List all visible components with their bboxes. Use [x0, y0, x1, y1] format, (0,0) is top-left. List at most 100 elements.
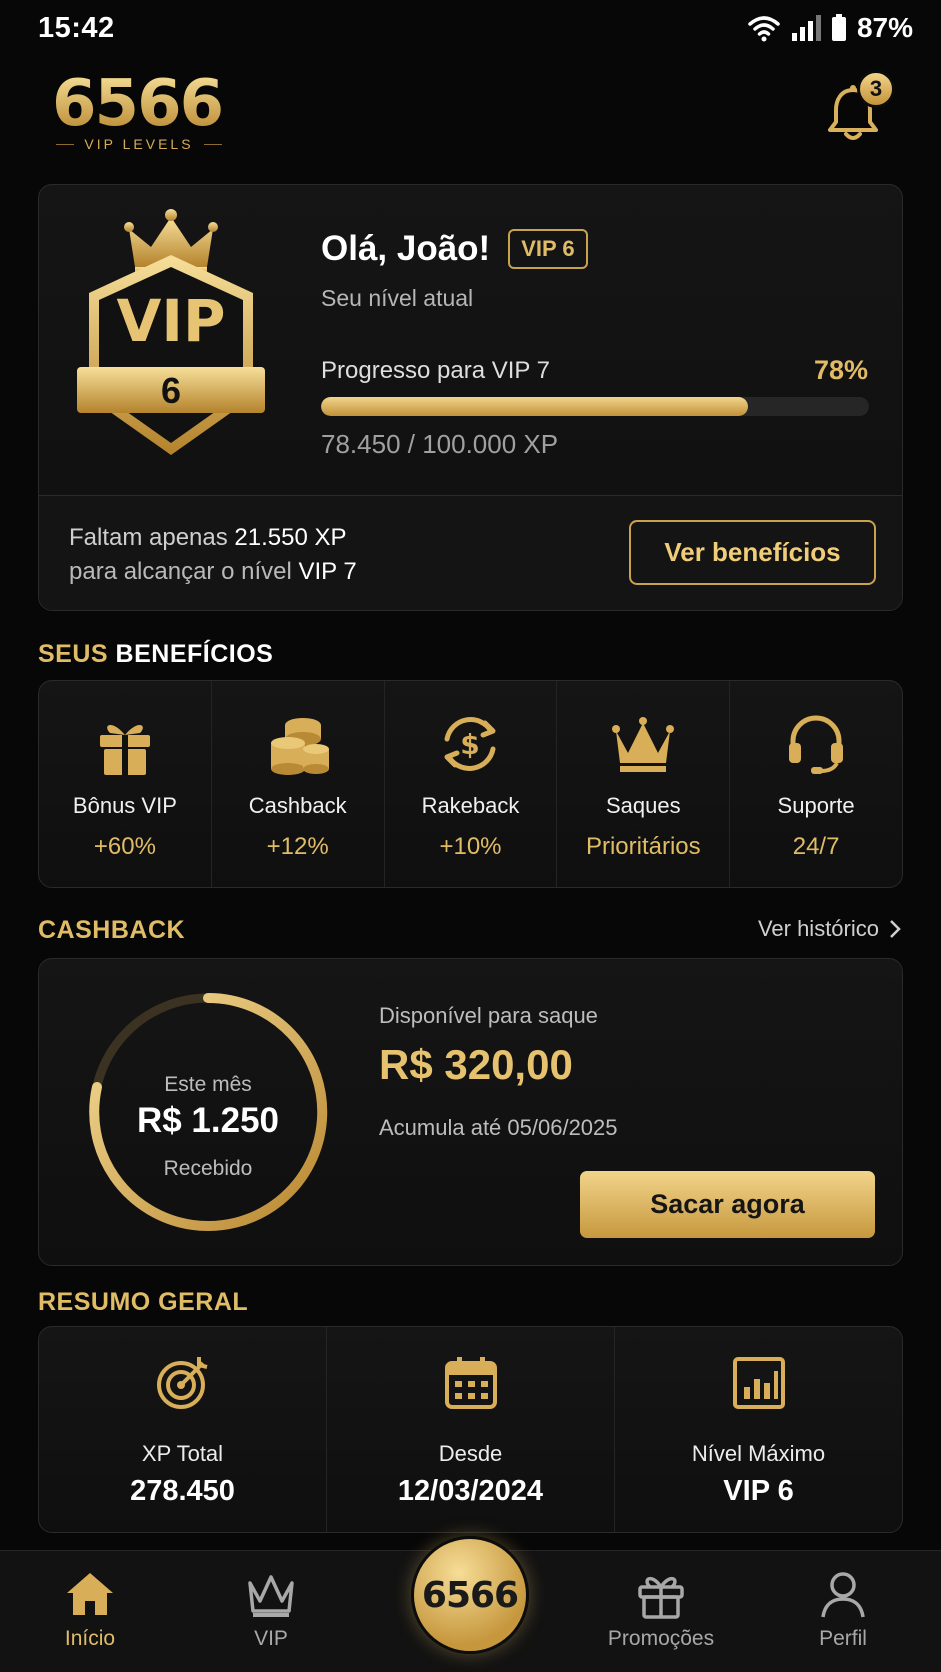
nav-home-label: Início	[64, 1627, 116, 1650]
vip-card-footer: Faltam apenas 21.550 XP para alcançar o …	[39, 495, 902, 610]
progress-label: Progresso para VIP 7	[321, 357, 551, 384]
benefit-name: Cashback	[248, 793, 347, 818]
nav-promotions-label: Promoções	[607, 1627, 715, 1650]
ring-amount: R$ 1.250	[136, 1101, 280, 1140]
cashback-card: Este mês R$ 1.250 Recebido Disponível pa…	[38, 958, 903, 1266]
benefit-bonus-vip[interactable]: Bônus VIP +60%	[39, 681, 212, 887]
nav-home[interactable]: Início	[20, 1567, 160, 1651]
nav-promotions[interactable]: Promoções	[591, 1567, 731, 1651]
benefit-rakeback[interactable]: $ Rakeback +10%	[385, 681, 558, 887]
wifi-icon	[748, 16, 780, 42]
remaining-xp-line: Faltam apenas 21.550 XP	[69, 524, 347, 552]
status-bar: 15:42 87%	[0, 0, 941, 56]
summary-section-title: RESUMO GERAL	[38, 1288, 248, 1317]
summary-label: XP Total	[141, 1441, 224, 1466]
nav-profile-label: Perfil	[819, 1627, 867, 1650]
benefit-value: +10%	[439, 833, 502, 860]
summary-value: VIP 6	[723, 1475, 794, 1507]
benefit-name: Rakeback	[421, 793, 520, 818]
app-logo[interactable]: 6566 VIP LEVELS	[52, 72, 232, 154]
coins-icon	[270, 718, 329, 775]
summary-value: 12/03/2024	[397, 1475, 544, 1507]
benefits-card: Bônus VIP +60% Cashback +12% $ Rakeback …	[38, 680, 903, 888]
benefit-cashback[interactable]: Cashback +12%	[212, 681, 385, 887]
summary-card: XP Total 278.450 Desde 12/03/2024 Nível …	[38, 1326, 903, 1533]
summary-label: Desde	[438, 1441, 503, 1466]
progress-bar	[321, 397, 869, 416]
cashback-section-title: CASHBACK	[38, 916, 185, 945]
next-level: VIP 7	[298, 558, 357, 585]
current-level-label: Seu nível atual	[321, 285, 474, 311]
signal-icon	[791, 15, 821, 41]
status-time: 15:42	[38, 12, 115, 44]
remaining-xp: 21.550 XP	[234, 524, 347, 551]
benefit-value: 24/7	[792, 833, 840, 860]
benefit-name: Saques	[605, 793, 681, 818]
vip-emblem: VIP 6	[77, 207, 265, 457]
chevron-right-icon	[890, 920, 901, 938]
benefit-value: +60%	[93, 833, 156, 860]
benefits-title-gold: SEUS	[38, 640, 109, 668]
accumulates-date: Acumula até 05/06/2025	[379, 1115, 618, 1140]
dollar-cycle-icon: $	[444, 717, 496, 771]
next-level-line: para alcançar o nível VIP 7	[69, 558, 357, 586]
nav-vip[interactable]: VIP	[201, 1567, 341, 1651]
view-benefits-button[interactable]: Ver benefícios	[629, 520, 876, 585]
greeting-row: Olá, João! VIP 6	[321, 229, 588, 269]
withdraw-button[interactable]: Sacar agora	[580, 1171, 875, 1238]
battery-icon	[831, 14, 846, 41]
progress-percent: 78%	[813, 355, 868, 385]
greeting: Olá, João!	[321, 229, 491, 268]
benefits-title-white: BENEFÍCIOS	[108, 640, 274, 668]
calendar-icon	[444, 1357, 497, 1409]
logo-number: 6566	[52, 67, 224, 141]
crown-icon	[612, 717, 675, 772]
headset-icon	[789, 715, 844, 774]
battery-percent: 87%	[856, 12, 913, 43]
vip-level-badge: VIP 6	[508, 229, 588, 269]
summary-xp-total: XP Total 278.450	[39, 1327, 327, 1532]
summary-value: 278.450	[130, 1475, 235, 1507]
history-link-label: Ver histórico	[757, 916, 879, 941]
ring-label-received: Recebido	[163, 1157, 253, 1180]
benefit-suporte[interactable]: Suporte 24/7	[730, 681, 902, 887]
summary-since: Desde 12/03/2024	[327, 1327, 615, 1532]
benefit-value: Prioritários	[585, 833, 701, 860]
notification-badge: 3	[857, 70, 895, 108]
benefit-name: Suporte	[777, 793, 855, 818]
benefit-name: Bônus VIP	[72, 793, 177, 818]
nav-profile[interactable]: Perfil	[773, 1567, 913, 1651]
nav-vip-label: VIP	[254, 1627, 288, 1650]
benefit-value: +12%	[266, 833, 329, 860]
summary-label: Nível Máximo	[691, 1441, 826, 1466]
chart-icon	[732, 1357, 785, 1409]
vip-status-card: VIP 6 Olá, João! VIP 6 Seu nível atual P…	[38, 184, 903, 611]
ring-label-month: Este mês	[164, 1073, 252, 1096]
notifications-button[interactable]: 3	[821, 70, 895, 146]
reach-prefix: para alcançar o nível	[69, 558, 299, 585]
available-label: Disponível para saque	[379, 1003, 598, 1028]
available-amount: R$ 320,00	[379, 1041, 573, 1088]
benefit-saques[interactable]: Saques Prioritários	[557, 681, 731, 887]
xp-progress-text: 78.450 / 100.000 XP	[321, 429, 559, 459]
progress-bar-fill	[321, 397, 749, 416]
remaining-prefix: Faltam apenas	[69, 524, 235, 551]
user-icon	[821, 1572, 865, 1618]
crown-icon	[248, 1575, 294, 1617]
gift-icon	[638, 1576, 684, 1619]
gift-icon	[99, 724, 150, 775]
center-home-button[interactable]: 6566	[411, 1536, 529, 1654]
emblem-level: 6	[160, 370, 182, 411]
logo-subtitle: VIP LEVELS	[56, 136, 222, 152]
view-history-link[interactable]: Ver histórico	[758, 916, 901, 942]
benefits-section-title: SEUS BENEFÍCIOS	[38, 640, 273, 669]
home-icon	[67, 1573, 113, 1615]
cashback-title: CASHBACK	[38, 916, 186, 944]
svg-text:$: $	[461, 728, 480, 761]
status-icons: 87%	[747, 12, 913, 44]
center-button-label: 6566	[421, 1574, 519, 1616]
emblem-vip-text: VIP	[116, 287, 226, 355]
summary-title: RESUMO GERAL	[38, 1288, 249, 1316]
target-icon	[156, 1357, 207, 1409]
summary-max-level: Nível Máximo VIP 6	[615, 1327, 902, 1532]
